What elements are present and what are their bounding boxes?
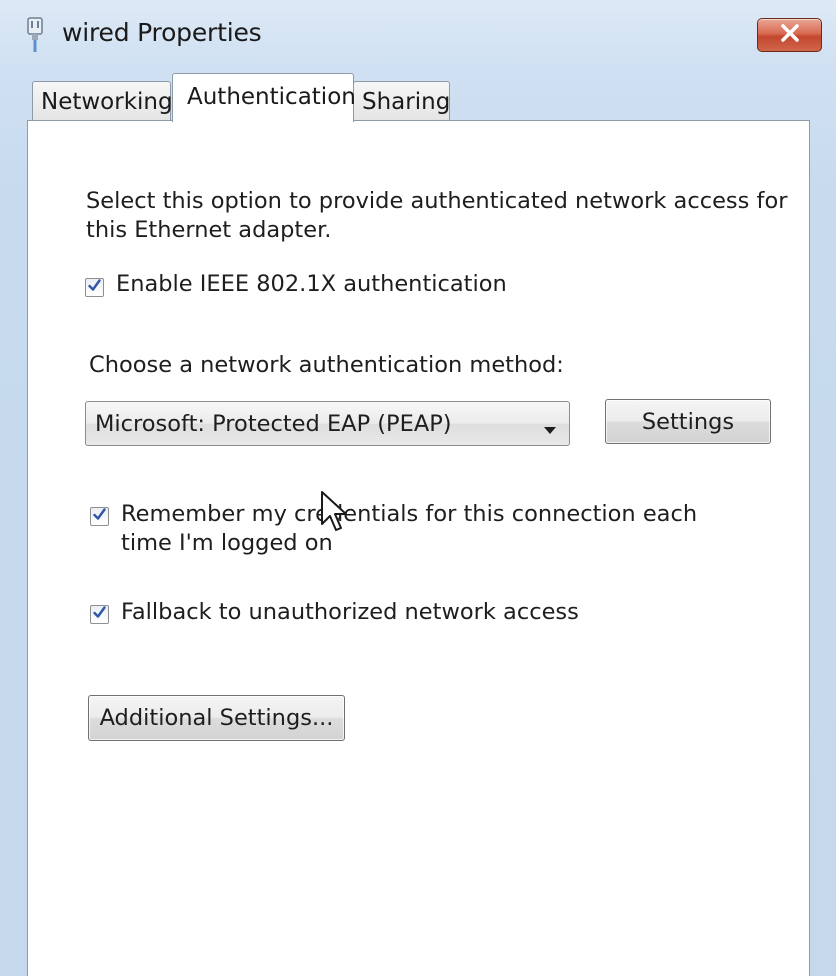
mouse-cursor-icon: [320, 490, 348, 534]
remember-credentials-checkbox[interactable]: [90, 507, 109, 526]
enable-8021x-checkbox[interactable]: [85, 278, 104, 297]
description-text: Select this option to provide authentica…: [86, 188, 788, 243]
close-icon: [779, 24, 801, 46]
window-title: wired Properties: [62, 18, 262, 47]
tab-label: Networking: [41, 88, 173, 115]
tab-sharing[interactable]: Sharing: [353, 81, 450, 121]
tab-networking[interactable]: Networking: [32, 81, 173, 121]
settings-button[interactable]: Settings: [605, 399, 771, 444]
fallback-checkbox[interactable]: [90, 605, 109, 624]
auth-method-value: Microsoft: Protected EAP (PEAP): [95, 410, 452, 437]
checkmark-icon: [87, 278, 102, 297]
method-label: Choose a network authentication method:: [89, 352, 564, 378]
additional-settings-button[interactable]: Additional Settings...: [88, 695, 345, 741]
auth-method-select[interactable]: Microsoft: Protected EAP (PEAP): [85, 401, 570, 446]
checkmark-icon: [92, 605, 107, 624]
enable-8021x-label[interactable]: Enable IEEE 802.1X authentication: [116, 270, 507, 299]
tab-authentication[interactable]: Authentication: [172, 73, 356, 122]
checkmark-icon: [92, 507, 107, 526]
dropdown-arrow-icon: [543, 420, 557, 434]
close-button[interactable]: [757, 18, 822, 52]
remember-credentials-label[interactable]: Remember my credentials for this connect…: [121, 500, 697, 558]
tab-label: Sharing: [362, 88, 451, 115]
properties-window: wired Properties Networking Authenticati…: [0, 0, 836, 976]
tab-label: Authentication: [187, 84, 356, 110]
fallback-label[interactable]: Fallback to unauthorized network access: [121, 598, 579, 627]
network-adapter-icon: [24, 17, 46, 53]
